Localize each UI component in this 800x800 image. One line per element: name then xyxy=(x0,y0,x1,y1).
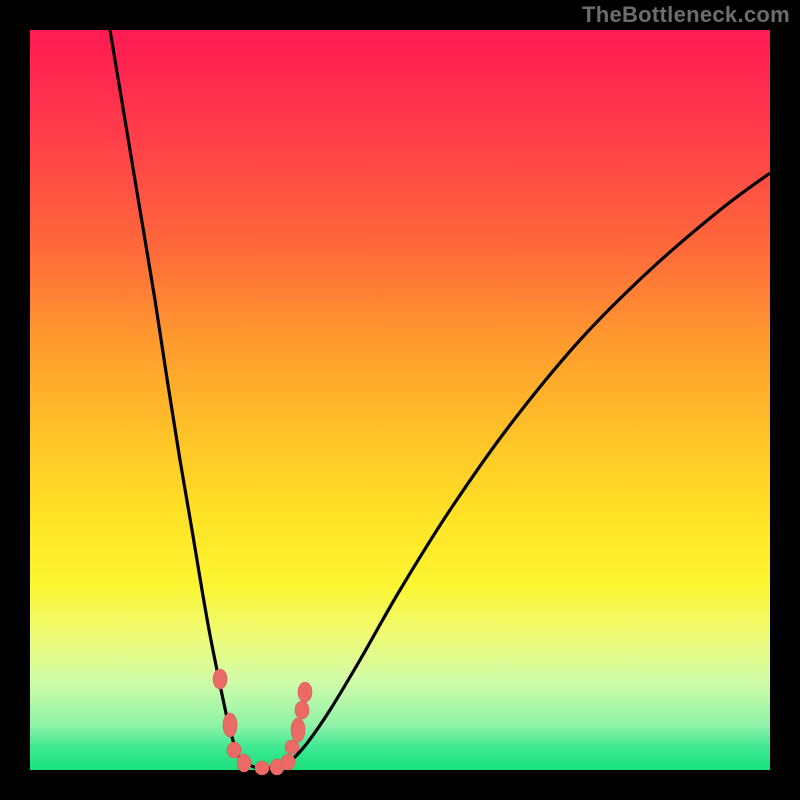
chart-overlay xyxy=(30,30,770,770)
curve-marker xyxy=(237,754,251,772)
curve-marker xyxy=(213,669,227,689)
curve-marker xyxy=(255,761,269,775)
curve-marker xyxy=(227,742,241,758)
curve-markers xyxy=(213,669,312,775)
bottleneck-curve xyxy=(110,30,770,768)
curve-marker xyxy=(223,713,237,737)
watermark-text: TheBottleneck.com xyxy=(582,2,790,28)
curve-marker xyxy=(298,682,312,702)
curve-marker xyxy=(281,754,295,770)
curve-marker xyxy=(291,718,305,742)
curve-marker xyxy=(295,701,309,719)
